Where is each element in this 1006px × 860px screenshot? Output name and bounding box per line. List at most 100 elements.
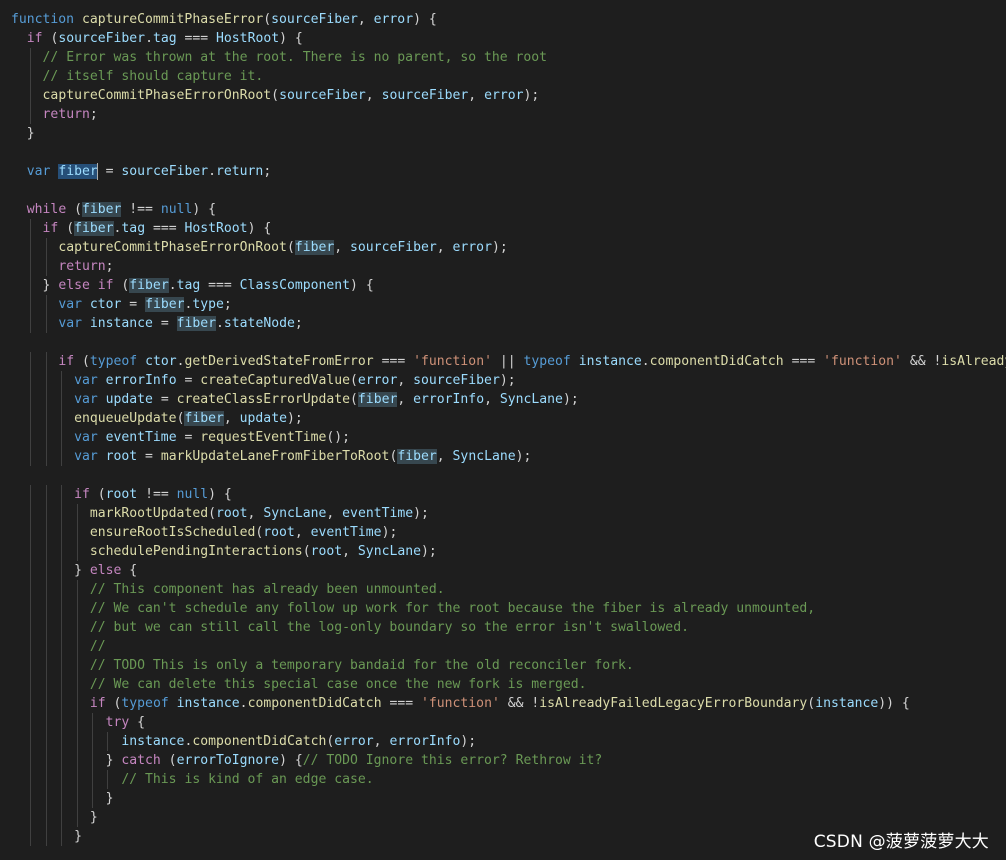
code-token: fiber (294, 240, 335, 255)
code-token: ensureRootIsScheduled (89, 525, 256, 540)
code-line[interactable]: // We can't schedule any follow up work … (11, 599, 815, 618)
code-line[interactable]: if (typeof ctor.getDerivedStateFromError… (11, 352, 1006, 371)
code-token: { (121, 563, 138, 578)
code-line[interactable]: // We can delete this special case once … (11, 675, 587, 694)
code-token: var (58, 297, 90, 312)
code-line[interactable]: return; (11, 257, 113, 276)
code-token: && ! (499, 696, 540, 711)
code-line[interactable]: enqueueUpdate(fiber, update); (11, 409, 303, 428)
code-line[interactable]: } (11, 827, 82, 846)
code-line[interactable]: var errorInfo = createCapturedValue(erro… (11, 371, 516, 390)
code-token: tag (152, 31, 177, 46)
code-token: fiber (74, 221, 114, 236)
code-token: root (105, 449, 138, 464)
code-line[interactable]: var root = markUpdateLaneFromFiberToRoot… (11, 447, 531, 466)
code-token: , (397, 373, 414, 388)
code-line[interactable]: captureCommitPhaseErrorOnRoot(fiber, sou… (11, 238, 508, 257)
code-token: errorInfo (413, 392, 485, 407)
code-token: // Error was thrown at the root. There i… (42, 50, 548, 65)
code-token: ( (807, 696, 816, 711)
code-token: error (484, 88, 524, 103)
code-token: ; (89, 107, 98, 122)
code-line[interactable]: // Error was thrown at the root. There i… (11, 48, 548, 67)
code-line[interactable]: } (11, 808, 98, 827)
code-line[interactable]: ensureRootIsScheduled(root, eventTime); (11, 523, 398, 542)
code-line[interactable]: try { (11, 713, 145, 732)
code-line[interactable]: } else if (fiber.tag === ClassComponent)… (11, 276, 374, 295)
code-token: SyncLane (357, 544, 421, 559)
code-line[interactable]: } (11, 789, 114, 808)
code-token: instance (176, 696, 240, 711)
code-token: fiber (129, 278, 169, 293)
code-token: = (137, 449, 161, 464)
code-line[interactable]: return; (11, 105, 98, 124)
code-token: tag (176, 278, 201, 293)
code-token: } (11, 126, 35, 141)
code-line[interactable]: captureCommitPhaseErrorOnRoot(sourceFibe… (11, 86, 540, 105)
code-line[interactable]: if (root !== null) { (11, 485, 232, 504)
code-line[interactable]: } catch (errorToIgnore) {// TODO Ignore … (11, 751, 603, 770)
code-line[interactable]: if (fiber.tag === HostRoot) { (11, 219, 271, 238)
code-line[interactable]: // (11, 637, 106, 656)
code-token: ( (286, 240, 295, 255)
code-token: , (247, 506, 264, 521)
code-token: sourceFiber (350, 240, 437, 255)
code-token: fiber (81, 202, 122, 217)
code-token: } (11, 753, 122, 768)
code-line[interactable]: var eventTime = requestEventTime(); (11, 428, 350, 447)
code-token: ( (263, 12, 272, 27)
code-token: typeof (523, 354, 579, 369)
code-token: error (357, 373, 398, 388)
code-token: // but we can still call the log-only bo… (89, 620, 689, 635)
code-token: try (105, 715, 130, 730)
code-line[interactable]: var instance = fiber.stateNode; (11, 314, 303, 333)
code-line[interactable]: } else { (11, 561, 137, 580)
code-token: sourceFiber (121, 164, 209, 179)
code-token: if (89, 696, 106, 711)
code-token: errorInfo (389, 734, 461, 749)
code-line[interactable]: markRootUpdated(root, SyncLane, eventTim… (11, 504, 429, 523)
code-token: ); (421, 544, 437, 559)
code-token: , (365, 88, 382, 103)
code-token: } (11, 829, 82, 844)
code-token: markRootUpdated (89, 506, 209, 521)
code-token: 'function' (421, 696, 500, 711)
code-line[interactable]: function captureCommitPhaseError(sourceF… (11, 10, 437, 29)
code-token: sourceFiber (271, 12, 358, 27)
code-token: // TODO This is only a temporary bandaid… (89, 658, 634, 673)
code-token: , (436, 449, 453, 464)
code-token: ); (381, 525, 398, 540)
code-token: requestEventTime (200, 430, 327, 445)
code-token: !== (121, 202, 161, 217)
code-token: if (42, 221, 59, 236)
code-line[interactable]: var update = createClassErrorUpdate(fibe… (11, 390, 579, 409)
code-line[interactable]: if (sourceFiber.tag === HostRoot) { (11, 29, 303, 48)
code-line[interactable]: } (11, 124, 35, 143)
code-token: ( (271, 88, 280, 103)
code-token: var (74, 392, 106, 407)
code-line[interactable]: var fiber = sourceFiber.return; (11, 162, 271, 181)
code-editor[interactable]: function captureCommitPhaseError(sourceF… (0, 0, 1006, 860)
code-line[interactable]: // but we can still call the log-only bo… (11, 618, 689, 637)
code-line[interactable]: // itself should capture it. (11, 67, 264, 86)
code-token: === (145, 221, 185, 236)
code-line[interactable]: instance.componentDidCatch(error, errorI… (11, 732, 476, 751)
code-token: fiber (145, 297, 185, 312)
code-line[interactable]: // TODO This is only a temporary bandaid… (11, 656, 634, 675)
code-line[interactable]: while (fiber !== null) { (11, 200, 216, 219)
code-line[interactable]: // This is kind of an edge case. (11, 770, 373, 789)
code-line[interactable]: var ctor = fiber.type; (11, 295, 232, 314)
code-token: schedulePendingInteractions (89, 544, 303, 559)
code-line[interactable]: if (typeof instance.componentDidCatch ==… (11, 694, 910, 713)
code-token: captureCommitPhaseErrorOnRoot (42, 88, 272, 103)
code-line[interactable]: schedulePendingInteractions(root, SyncLa… (11, 542, 437, 561)
code-line[interactable]: // This component has already been unmou… (11, 580, 445, 599)
